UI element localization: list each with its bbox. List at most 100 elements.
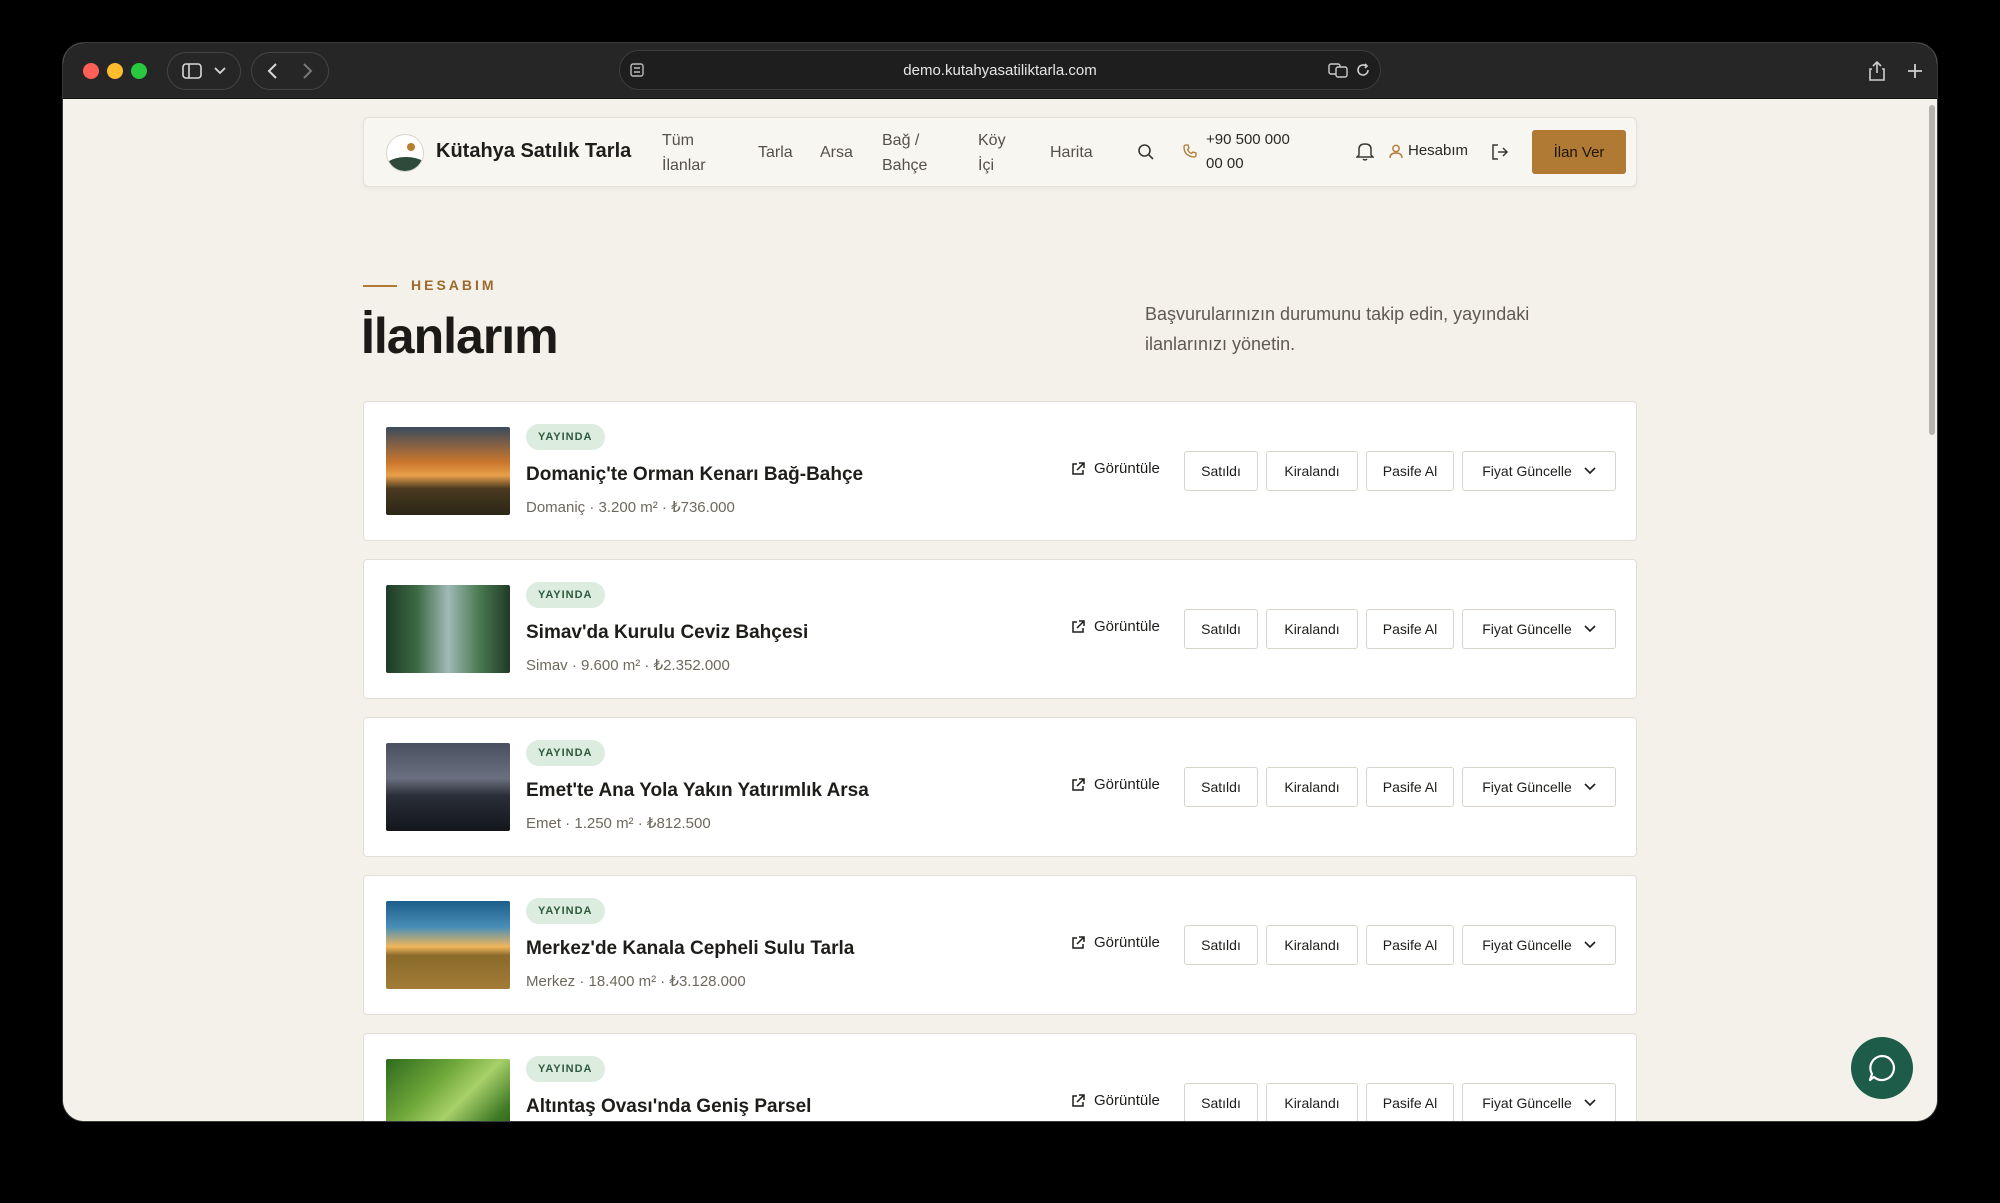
view-listing-link[interactable]: Görüntüle	[1070, 776, 1160, 793]
browser-window: demo.kutahyasatiliktarla.com Kütahya Sat…	[62, 42, 1938, 1122]
external-link-icon	[1072, 461, 1085, 475]
mark-sold-button[interactable]: Satıldı	[1184, 609, 1258, 649]
history-nav	[251, 52, 329, 90]
listing-title[interactable]: Altıntaş Ovası'nda Geniş Parsel	[526, 1096, 811, 1118]
mark-rented-button[interactable]: Kiralandı	[1266, 451, 1358, 491]
listing-title[interactable]: Simav'da Kurulu Ceviz Bahçesi	[526, 622, 808, 644]
view-listing-link[interactable]: Görüntüle	[1070, 460, 1160, 477]
listing-card: YAYINDA Emet'te Ana Yola Yakın Yatırımlı…	[363, 717, 1637, 857]
external-link-icon	[1072, 619, 1085, 633]
listing-thumbnail[interactable]	[386, 585, 510, 673]
nav-link-harita[interactable]: Harita	[1050, 140, 1093, 165]
close-window-button[interactable]	[83, 63, 99, 79]
site-brand[interactable]: Kütahya Satılık Tarla	[436, 140, 631, 163]
page-subtitle: Başvurularınızın durumunu takip edin, ya…	[1145, 304, 1530, 354]
update-price-dropdown[interactable]: Fiyat Güncelle	[1462, 767, 1616, 807]
listing-meta: Merkez · 18.400 m² · ₺3.128.000	[526, 973, 746, 990]
site-logo[interactable]	[386, 134, 424, 172]
listing-title[interactable]: Emet'te Ana Yola Yakın Yatırımlık Arsa	[526, 780, 869, 802]
listing-thumbnail[interactable]	[386, 743, 510, 831]
status-badge: YAYINDA	[526, 582, 605, 608]
deactivate-button[interactable]: Pasife Al	[1366, 767, 1454, 807]
listing-thumbnail[interactable]	[386, 1059, 510, 1121]
mark-rented-button[interactable]: Kiralandı	[1266, 1083, 1358, 1121]
page-settings-icon[interactable]	[630, 63, 644, 77]
chevron-down-icon	[1584, 941, 1596, 949]
bell-icon[interactable]	[1354, 140, 1376, 162]
url-text: demo.kutahyasatiliktarla.com	[903, 61, 1097, 79]
listing-meta: Domaniç · 3.200 m² · ₺736.000	[526, 499, 735, 516]
phone-number[interactable]: +90 500 000 00 00	[1206, 128, 1326, 176]
listing-thumbnail[interactable]	[386, 901, 510, 989]
minimize-window-button[interactable]	[107, 63, 123, 79]
chat-button[interactable]	[1851, 1037, 1913, 1099]
reload-icon[interactable]	[1356, 63, 1370, 77]
chevron-down-icon	[214, 67, 226, 75]
update-price-dropdown[interactable]: Fiyat Güncelle	[1462, 1083, 1616, 1121]
view-listing-link[interactable]: Görüntüle	[1070, 934, 1160, 951]
logout-icon[interactable]	[1490, 142, 1510, 162]
update-price-dropdown[interactable]: Fiyat Güncelle	[1462, 925, 1616, 965]
nav-link-all-listings[interactable]: Tüm İlanlar	[662, 128, 706, 178]
nav-link-bag-bahce[interactable]: Bağ / Bahçe	[882, 128, 927, 178]
search-icon[interactable]	[1136, 142, 1156, 162]
user-icon	[1388, 143, 1404, 159]
site-header: Kütahya Satılık Tarla Tüm İlanlar Tarla A…	[363, 117, 1637, 187]
scrollbar[interactable]	[1929, 105, 1935, 435]
nav-link-arsa[interactable]: Arsa	[820, 140, 853, 165]
deactivate-button[interactable]: Pasife Al	[1366, 451, 1454, 491]
listing-title[interactable]: Merkez'de Kanala Cepheli Sulu Tarla	[526, 938, 854, 960]
browser-toolbar: demo.kutahyasatiliktarla.com	[63, 43, 1937, 99]
mark-sold-button[interactable]: Satıldı	[1184, 1083, 1258, 1121]
update-price-dropdown[interactable]: Fiyat Güncelle	[1462, 609, 1616, 649]
mark-sold-button[interactable]: Satıldı	[1184, 767, 1258, 807]
external-link-icon	[1072, 935, 1085, 949]
translate-icon[interactable]	[1328, 62, 1348, 78]
listing-thumbnail[interactable]	[386, 427, 510, 515]
listing-meta: Emet · 1.250 m² · ₺812.500	[526, 815, 711, 832]
maximize-window-button[interactable]	[131, 63, 147, 79]
listing-meta: Simav · 9.600 m² · ₺2.352.000	[526, 657, 730, 674]
mark-rented-button[interactable]: Kiralandı	[1266, 767, 1358, 807]
update-price-dropdown[interactable]: Fiyat Güncelle	[1462, 451, 1616, 491]
listing-card: YAYINDA Domaniç'te Orman Kenarı Bağ-Bahç…	[363, 401, 1637, 541]
address-bar[interactable]: demo.kutahyasatiliktarla.com	[619, 50, 1381, 90]
account-link[interactable]: Hesabım	[1408, 142, 1468, 159]
chevron-down-icon	[1584, 783, 1596, 791]
post-listing-button[interactable]: İlan Ver	[1532, 130, 1626, 174]
page-content: Kütahya Satılık Tarla Tüm İlanlar Tarla A…	[63, 99, 1937, 1121]
mark-sold-button[interactable]: Satıldı	[1184, 925, 1258, 965]
listing-title[interactable]: Domaniç'te Orman Kenarı Bağ-Bahçe	[526, 464, 863, 486]
mark-sold-button[interactable]: Satıldı	[1184, 451, 1258, 491]
forward-arrow-icon[interactable]	[301, 63, 313, 79]
status-badge: YAYINDA	[526, 424, 605, 450]
view-listing-link[interactable]: Görüntüle	[1070, 618, 1160, 635]
mark-rented-button[interactable]: Kiralandı	[1266, 609, 1358, 649]
view-listing-link[interactable]: Görüntüle	[1070, 1092, 1160, 1109]
share-icon[interactable]	[1863, 57, 1891, 85]
listing-card: YAYINDA Simav'da Kurulu Ceviz Bahçesi Si…	[363, 559, 1637, 699]
status-badge: YAYINDA	[526, 1056, 605, 1082]
nav-link-tarla[interactable]: Tarla	[758, 140, 793, 165]
sidebar-icon	[182, 63, 202, 79]
sidebar-toggle-button[interactable]	[167, 52, 241, 90]
status-badge: YAYINDA	[526, 740, 605, 766]
chevron-down-icon	[1584, 1099, 1596, 1107]
chevron-down-icon	[1584, 467, 1596, 475]
page-title: İlanlarım	[361, 308, 559, 364]
deactivate-button[interactable]: Pasife Al	[1366, 609, 1454, 649]
mark-rented-button[interactable]: Kiralandı	[1266, 925, 1358, 965]
external-link-icon	[1072, 777, 1085, 791]
new-tab-icon[interactable]	[1901, 57, 1929, 85]
listing-card: YAYINDA Merkez'de Kanala Cepheli Sulu Ta…	[363, 875, 1637, 1015]
nav-link-koy-ici[interactable]: Köy İçi	[978, 128, 1006, 178]
listing-card: YAYINDA Altıntaş Ovası'nda Geniş Parsel …	[363, 1033, 1637, 1121]
deactivate-button[interactable]: Pasife Al	[1366, 1083, 1454, 1121]
chat-bubble-icon	[1868, 1054, 1896, 1082]
deactivate-button[interactable]: Pasife Al	[1366, 925, 1454, 965]
back-arrow-icon[interactable]	[267, 63, 279, 79]
phone-icon	[1182, 143, 1198, 159]
external-link-icon	[1072, 1093, 1085, 1107]
chevron-down-icon	[1584, 625, 1596, 633]
eyebrow-line	[363, 285, 397, 287]
